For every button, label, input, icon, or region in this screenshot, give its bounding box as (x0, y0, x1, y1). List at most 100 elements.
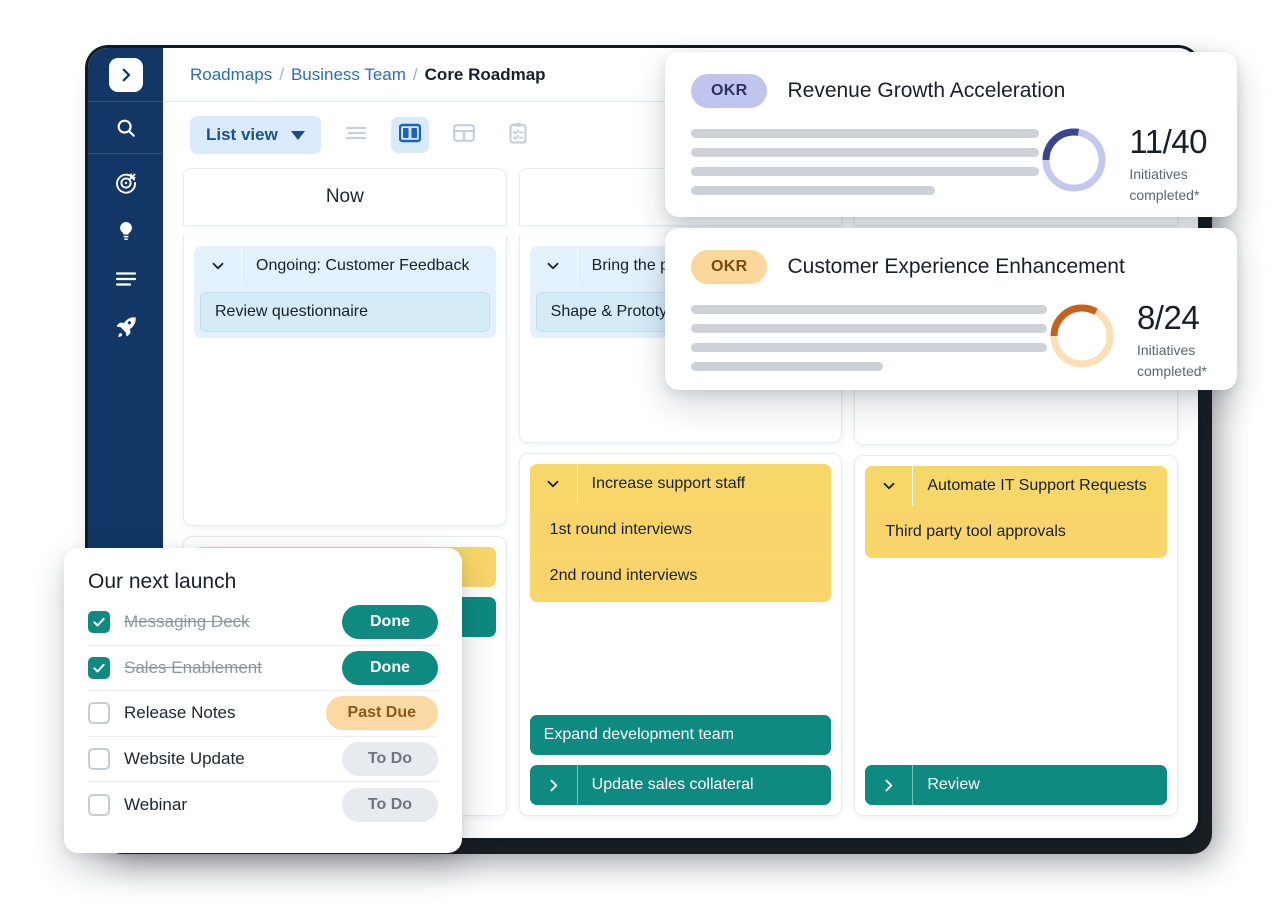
donut-progress-chart (1047, 301, 1117, 371)
skeleton-placeholder-lines (691, 301, 1047, 371)
okr-metric-value: 11/40 (1129, 125, 1207, 160)
group-child-card[interactable]: Third party tool approvals (871, 512, 1161, 552)
breadcrumb-separator: / (413, 65, 418, 85)
checkbox[interactable] (88, 611, 110, 633)
toolbar-button-board-view[interactable] (391, 117, 429, 153)
status-badge: Done (342, 605, 438, 639)
chevron-right-icon[interactable] (865, 765, 913, 805)
skeleton-placeholder-lines (691, 125, 1039, 195)
checklist-card[interactable]: Our next launch Messaging Deck Done Sale… (64, 548, 462, 853)
chevron-down-icon[interactable] (530, 464, 578, 504)
checklist-row[interactable]: Webinar To Do (88, 782, 438, 828)
sidebar-item-backlog[interactable] (113, 268, 139, 294)
chevron-down-icon[interactable] (865, 466, 913, 506)
okr-card-title: Revenue Growth Acceleration (787, 79, 1065, 103)
sidebar-nav-items (113, 154, 139, 342)
skeleton-line (691, 186, 935, 195)
screenshot-root: Roadmaps / Business Team / Core Roadmap … (0, 0, 1283, 918)
breadcrumb-item-core-roadmap: Core Roadmap (425, 65, 546, 85)
group-card[interactable]: Ongoing: Customer Feedback Review questi… (194, 246, 496, 338)
chevron-down-icon[interactable] (530, 246, 578, 286)
checkbox[interactable] (88, 748, 110, 770)
search-icon (113, 115, 139, 141)
group-header[interactable]: Ongoing: Customer Feedback (194, 246, 496, 286)
group-child-card[interactable]: 1st round interviews (536, 510, 826, 550)
checkbox[interactable] (88, 657, 110, 679)
okr-metric-caption-line1: Initiatives (1129, 164, 1207, 185)
okr-metric-caption-line2: completed* (1137, 361, 1207, 382)
toolbar-button-checklist-view[interactable] (499, 117, 537, 153)
donut-progress-chart (1039, 125, 1109, 195)
group-title: Increase support staff (578, 464, 746, 504)
sidebar-item-ideas[interactable] (113, 220, 139, 246)
breadcrumb-separator: / (279, 65, 284, 85)
sidebar-item-goals[interactable] (113, 172, 139, 198)
columns-board-icon (399, 123, 421, 148)
breadcrumb-item-business-team[interactable]: Business Team (291, 65, 406, 85)
skeleton-line (691, 129, 1039, 138)
skeleton-line (691, 324, 1047, 333)
okr-metric-caption-line2: completed* (1129, 185, 1207, 206)
checkbox[interactable] (88, 794, 110, 816)
okr-card-header: OKR Customer Experience Enhancement (691, 250, 1211, 284)
checklist-row[interactable]: Sales Enablement Done (88, 646, 438, 692)
column-lower-section: Increase support staff 1st round intervi… (519, 453, 843, 817)
status-badge-okr: OKR (691, 74, 767, 108)
board-card-label: Update sales collateral (578, 765, 754, 805)
column-lower-section: Automate IT Support Requests Third party… (854, 455, 1178, 817)
skeleton-line (691, 305, 1047, 314)
okr-card-revenue-growth[interactable]: OKR Revenue Growth Acceleration 11/40 (665, 52, 1237, 217)
column-header: Now (183, 168, 507, 226)
group-card[interactable]: Increase support staff 1st round intervi… (530, 464, 832, 602)
sidebar-item-search[interactable] (88, 102, 163, 154)
table-grid-icon (453, 123, 475, 148)
board-card-collapsible[interactable]: Review (865, 765, 1167, 805)
toolbar-button-table-view[interactable] (445, 117, 483, 153)
status-badge: Past Due (326, 696, 438, 730)
status-badge: Done (342, 651, 438, 685)
okr-metric-group: 8/24 Initiatives completed* (1047, 301, 1211, 382)
sidebar-item-releases[interactable] (113, 316, 139, 342)
checklist-item-label: Messaging Deck (124, 612, 342, 632)
skeleton-line (691, 362, 883, 371)
okr-metric-text: 8/24 Initiatives completed* (1137, 301, 1207, 382)
chevron-down-icon[interactable] (194, 246, 242, 286)
board-card-collapsible[interactable]: Update sales collateral (530, 765, 832, 805)
checkbox[interactable] (88, 702, 110, 724)
clipboard-checklist-icon (508, 122, 528, 149)
group-child-card[interactable]: 2nd round interviews (536, 556, 826, 596)
okr-card-customer-experience[interactable]: OKR Customer Experience Enhancement 8/24 (665, 228, 1237, 390)
checklist-title: Our next launch (88, 570, 438, 594)
group-title: Ongoing: Customer Feedback (242, 246, 469, 286)
checklist-row[interactable]: Messaging Deck Done (88, 600, 438, 646)
okr-metric-text: 11/40 Initiatives completed* (1129, 125, 1207, 206)
list-lines-icon (114, 270, 138, 293)
checklist-item-label: Website Update (124, 749, 342, 769)
board-card[interactable]: Expand development team (530, 715, 832, 755)
checklist-row[interactable]: Release Notes Past Due (88, 691, 438, 737)
okr-card-body: 11/40 Initiatives completed* (691, 125, 1211, 206)
group-child-card[interactable]: Review questionnaire (200, 292, 490, 332)
checklist-row[interactable]: Website Update To Do (88, 737, 438, 783)
group-title: Automate IT Support Requests (913, 466, 1146, 506)
chevron-right-icon[interactable] (530, 765, 578, 805)
group-header[interactable]: Increase support staff (530, 464, 832, 504)
target-goal-icon (114, 171, 138, 200)
toolbar-button-list-view[interactable] (337, 117, 375, 153)
view-selector-label: List view (206, 125, 278, 145)
status-badge: To Do (342, 742, 438, 776)
group-card[interactable]: Automate IT Support Requests Third party… (865, 466, 1167, 558)
view-selector-dropdown[interactable]: List view (190, 116, 321, 154)
group-header[interactable]: Automate IT Support Requests (865, 466, 1167, 506)
list-lines-icon (345, 125, 367, 146)
breadcrumb-item-roadmaps[interactable]: Roadmaps (190, 65, 272, 85)
status-badge-okr: OKR (691, 250, 767, 284)
chevron-down-icon (291, 131, 305, 140)
checklist-item-label: Webinar (124, 795, 342, 815)
chevron-right-logo-icon[interactable] (109, 58, 143, 92)
lightbulb-idea-icon (115, 220, 137, 247)
checklist-item-label: Sales Enablement (124, 658, 342, 678)
okr-card-header: OKR Revenue Growth Acceleration (691, 74, 1211, 108)
okr-metric-value: 8/24 (1137, 301, 1207, 336)
skeleton-line (691, 148, 1039, 157)
